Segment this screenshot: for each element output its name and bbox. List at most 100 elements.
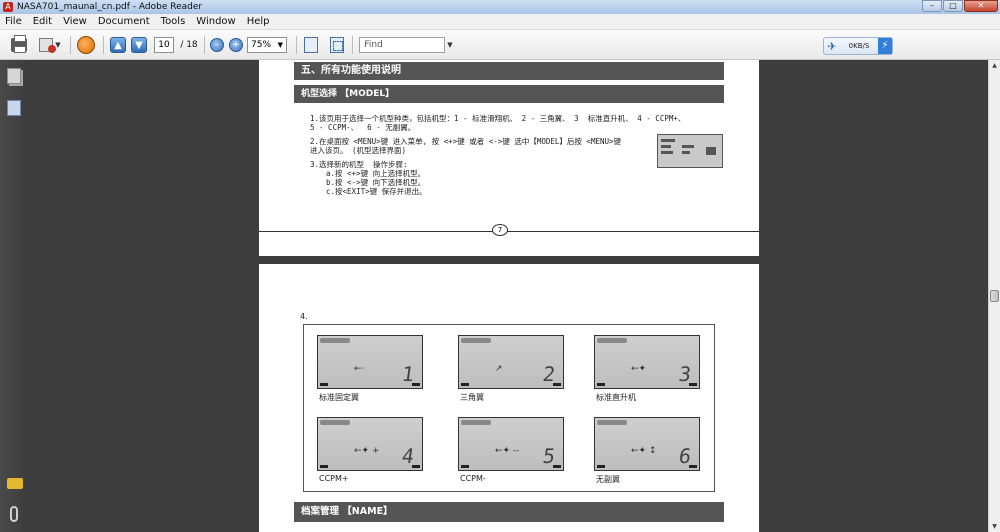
subsection-title: 机型选择 【MODEL】: [294, 85, 724, 103]
title-bar: A NASA701_maunal_cn.pdf - Adobe Reader –…: [0, 0, 1000, 14]
page-footer-rule: [259, 231, 759, 232]
zoom-in-button[interactable]: +: [228, 36, 244, 54]
scroll-down-icon[interactable]: ▼: [989, 521, 1000, 532]
chevron-down-icon: ▼: [55, 41, 61, 49]
bookmarks-icon[interactable]: [7, 100, 21, 116]
page-number-field[interactable]: 10: [153, 36, 175, 54]
paragraph-2-line-1: 2.在桌面按 <MENU>键 进入菜单, 按 <+>键 或者 <->键 选中【M…: [310, 137, 622, 146]
document-area[interactable]: 五、所有功能使用说明 机型选择 【MODEL】 1.该页用于选择一个机型种类，包…: [30, 60, 988, 532]
window-controls: – □ ✕: [921, 0, 998, 12]
pdf-page-8: 4. ←· 1 标准固定翼 ↗ 2 三角翼 ←✦ 3 标准直升机 ←✦ + 4 …: [259, 264, 759, 532]
maximize-button[interactable]: □: [943, 0, 963, 12]
page-total: / 18: [178, 36, 200, 54]
window-title: NASA701_maunal_cn.pdf - Adobe Reader: [17, 2, 203, 12]
lcd-screen: ↗ 2: [458, 335, 564, 389]
email-icon: [39, 38, 57, 53]
menu-edit[interactable]: Edit: [28, 16, 58, 27]
find-input[interactable]: Find: [359, 37, 446, 53]
full-screen-button[interactable]: [329, 36, 345, 54]
menu-file[interactable]: File: [0, 16, 28, 27]
model-glyph: ↗: [495, 364, 503, 374]
share-icon: [77, 36, 95, 54]
fit-page-button[interactable]: [303, 36, 319, 54]
step-b: b.按 <->键 向下选择机型。: [326, 178, 426, 187]
attachments-icon[interactable]: [10, 506, 18, 522]
step-a: a.按 <+>键 向上选择机型。: [326, 169, 426, 178]
toolbar-divider: [103, 36, 104, 54]
paragraph-1-line-1: 1.该页用于选择一个机型种类，包括机型：1 - 标准滑翔机、 2 - 三角翼、 …: [310, 114, 686, 123]
scroll-up-icon[interactable]: ▲: [989, 60, 1000, 71]
toolbar-divider: [70, 36, 71, 54]
lcd-screen: ←✦ 3: [594, 335, 700, 389]
lcd-screen: ←✦ ↕ 6: [594, 417, 700, 471]
network-speed-label: 0KB/S: [848, 42, 870, 50]
email-button[interactable]: ▼: [38, 36, 62, 54]
model-cell-6: ←✦ ↕ 6 无副翼: [594, 417, 700, 485]
paragraph-2-line-2: 进入该页。 (机型选择界面): [310, 146, 407, 155]
model-glyph: ←✦ ↕: [631, 446, 657, 456]
airplane-icon: ✈: [827, 39, 837, 53]
zoom-select[interactable]: 75% ▼: [246, 36, 288, 54]
zoom-out-icon: –: [210, 38, 224, 52]
network-speed-widget[interactable]: ✈ 0KB/S ⚡: [823, 37, 893, 55]
section-title-name: 档案管理 【NAME】: [294, 502, 724, 522]
step-c: c.按<EXIT>键 保存并退出。: [326, 187, 427, 196]
scrollbar-thumb[interactable]: [990, 290, 999, 302]
adobe-reader-icon: A: [3, 2, 13, 12]
model-cell-4: ←✦ + 4 CCPM+: [317, 417, 423, 483]
menu-view[interactable]: View: [58, 16, 93, 27]
share-button[interactable]: [76, 36, 96, 54]
paragraph-1-line-2: 5 - CCPM-、 6 - 无副翼。: [310, 123, 416, 132]
chevron-down-icon: ▼: [277, 41, 283, 49]
paragraph-3-title: 3.选择新的机型 操作步骤:: [310, 160, 408, 169]
chevron-down-icon[interactable]: ▼: [447, 41, 452, 49]
menu-bar: File Edit View Document Tools Window Hel…: [0, 14, 1000, 30]
menu-tools[interactable]: Tools: [156, 16, 192, 27]
toolbar-divider: [204, 36, 205, 54]
section-title: 五、所有功能使用说明: [294, 62, 724, 80]
navigation-pane: [0, 60, 30, 532]
model-cell-1: ←· 1 标准固定翼: [317, 335, 423, 403]
find-field[interactable]: Find ▼: [357, 36, 455, 54]
print-button[interactable]: [10, 35, 28, 54]
next-page-button[interactable]: ▼: [130, 36, 148, 54]
print-icon: [11, 35, 27, 53]
model-glyph: ←✦ --: [495, 446, 520, 456]
model-glyph: ←✦: [631, 364, 647, 374]
model-cell-5: ←✦ -- 5 CCPM-: [458, 417, 564, 483]
comments-icon[interactable]: [7, 478, 23, 489]
model-cell-3: ←✦ 3 标准直升机: [594, 335, 700, 403]
zoom-level[interactable]: 75% ▼: [247, 37, 287, 53]
page-number-badge: 7: [492, 224, 508, 236]
model-label: 无副翼: [596, 475, 620, 484]
model-label: 三角翼: [460, 393, 484, 402]
menu-window[interactable]: Window: [191, 16, 241, 27]
vertical-scrollbar[interactable]: ▲ ▼: [988, 60, 1000, 532]
pages-icon[interactable]: [7, 68, 21, 84]
zoom-in-icon: +: [229, 38, 243, 52]
arrow-up-icon: ▲: [110, 37, 126, 53]
zoom-value: 75%: [251, 40, 272, 50]
full-screen-icon: [330, 37, 344, 53]
fit-page-icon: [304, 37, 318, 53]
pdf-page-7: 五、所有功能使用说明 机型选择 【MODEL】 1.该页用于选择一个机型种类，包…: [259, 60, 759, 256]
model-glyph: ←✦ +: [354, 446, 380, 456]
menu-help[interactable]: Help: [242, 16, 276, 27]
toolbar-divider: [296, 36, 297, 54]
model-label: 标准直升机: [596, 393, 636, 402]
lightning-icon: ⚡: [878, 38, 892, 54]
item-number: 4.: [300, 312, 308, 321]
lcd-screen: ←✦ + 4: [317, 417, 423, 471]
toolbar-divider: [352, 36, 353, 54]
previous-page-button[interactable]: ▲: [109, 36, 127, 54]
model-label: 标准固定翼: [319, 393, 359, 402]
close-button[interactable]: ✕: [964, 0, 998, 12]
model-label: CCPM-: [460, 474, 486, 483]
menu-document[interactable]: Document: [93, 16, 156, 27]
lcd-screen: ←· 1: [317, 335, 423, 389]
arrow-down-icon: ▼: [131, 37, 147, 53]
zoom-out-button[interactable]: –: [209, 36, 225, 54]
page-number-input[interactable]: 10: [154, 37, 174, 53]
minimize-button[interactable]: –: [922, 0, 942, 12]
page-total-label: / 18: [180, 40, 198, 50]
